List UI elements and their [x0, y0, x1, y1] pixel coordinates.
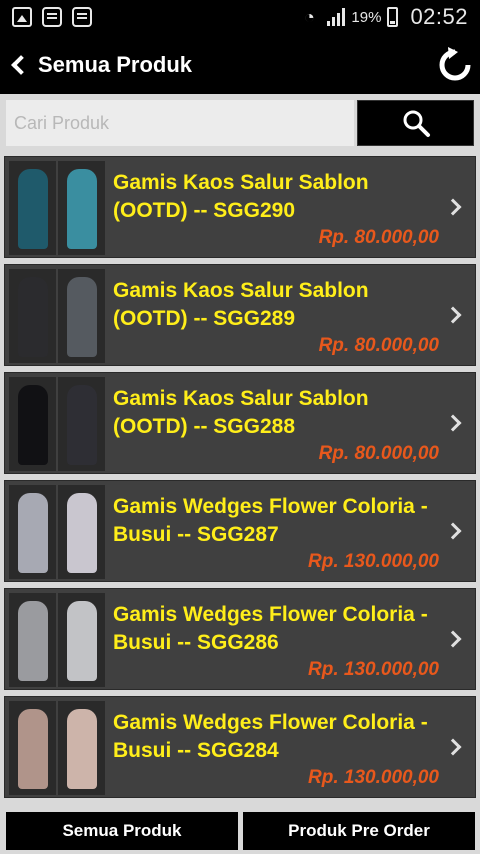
- product-title: Gamis Wedges Flower Coloria - Busui -- S…: [113, 495, 428, 546]
- refresh-button[interactable]: [436, 46, 474, 84]
- chat-icon: [42, 7, 62, 27]
- product-photo-detail: [58, 485, 105, 579]
- product-title: Gamis Kaos Salur Sablon (OOTD) -- SGG290: [113, 171, 369, 222]
- product-photo-detail: [58, 161, 105, 255]
- search-icon: [403, 110, 430, 137]
- signal-icon: [327, 8, 346, 26]
- product-photo-detail: [58, 701, 105, 795]
- product-price: Rp. 130.000,00: [308, 767, 439, 788]
- clock: 02:52: [410, 4, 468, 29]
- chevron-right-icon: [444, 630, 462, 648]
- product-photo-detail: [58, 593, 105, 687]
- image-icon: [12, 7, 32, 27]
- battery-percent: 19%: [351, 8, 382, 26]
- product-item[interactable]: Gamis Wedges Flower Coloria - Busui -- S…: [4, 696, 476, 798]
- battery-icon: [387, 7, 399, 27]
- status-bar: ◔ 19% 02:52: [0, 0, 480, 36]
- refresh-icon: [439, 47, 471, 81]
- product-item[interactable]: Gamis Kaos Salur Sablon (OOTD) -- SGG290…: [4, 156, 476, 258]
- chevron-right-icon: [444, 414, 462, 432]
- tab-semua-produk[interactable]: Semua Produk: [6, 812, 238, 850]
- tab-produk-pre-order[interactable]: Produk Pre Order: [243, 812, 475, 850]
- chat-icon: [72, 7, 92, 27]
- product-title: Gamis Kaos Salur Sablon (OOTD) -- SGG288: [113, 387, 369, 438]
- product-title: Gamis Kaos Salur Sablon (OOTD) -- SGG289: [113, 279, 369, 330]
- system-status: ◔ 19% 02:52: [297, 4, 468, 30]
- product-item[interactable]: Gamis Wedges Flower Coloria - Busui -- S…: [4, 588, 476, 690]
- product-thumbnail: [9, 269, 105, 363]
- search-bar: [0, 94, 480, 152]
- product-price: Rp. 80.000,00: [318, 227, 439, 248]
- chevron-right-icon: [444, 198, 462, 216]
- product-item[interactable]: Gamis Kaos Salur Sablon (OOTD) -- SGG288…: [4, 372, 476, 474]
- notification-icons: [12, 7, 92, 27]
- product-list: Gamis Kaos Salur Sablon (OOTD) -- SGG290…: [0, 152, 480, 808]
- product-title: Gamis Wedges Flower Coloria - Busui -- S…: [113, 603, 428, 654]
- page-title: Semua Produk: [38, 52, 193, 77]
- product-thumbnail: [9, 161, 105, 255]
- product-photo-front: [9, 593, 56, 687]
- product-thumbnail: [9, 485, 105, 579]
- product-thumbnail: [9, 593, 105, 687]
- product-thumbnail: [9, 377, 105, 471]
- product-photo-front: [9, 701, 56, 795]
- product-price: Rp. 130.000,00: [308, 659, 439, 680]
- product-photo-detail: [58, 269, 105, 363]
- product-photo-front: [9, 269, 56, 363]
- product-thumbnail: [9, 701, 105, 795]
- search-button[interactable]: [357, 100, 474, 146]
- product-price: Rp. 130.000,00: [308, 551, 439, 572]
- product-photo-detail: [58, 377, 105, 471]
- product-price: Rp. 80.000,00: [318, 335, 439, 356]
- product-photo-front: [9, 377, 56, 471]
- product-photo-front: [9, 485, 56, 579]
- product-photo-front: [9, 161, 56, 255]
- search-input[interactable]: [6, 100, 354, 146]
- product-price: Rp. 80.000,00: [318, 443, 439, 464]
- product-title: Gamis Wedges Flower Coloria - Busui -- S…: [113, 711, 428, 762]
- chevron-right-icon: [444, 738, 462, 756]
- back-button[interactable]: Semua Produk: [6, 46, 206, 84]
- chevron-right-icon: [444, 306, 462, 324]
- chevron-left-icon: [11, 55, 31, 75]
- wifi-icon: ◔: [303, 6, 315, 27]
- product-item[interactable]: Gamis Kaos Salur Sablon (OOTD) -- SGG289…: [4, 264, 476, 366]
- app-header: Semua Produk: [0, 36, 480, 94]
- product-item[interactable]: Gamis Wedges Flower Coloria - Busui -- S…: [4, 480, 476, 582]
- chevron-right-icon: [444, 522, 462, 540]
- bottom-tab-bar: Semua Produk Produk Pre Order: [0, 808, 480, 854]
